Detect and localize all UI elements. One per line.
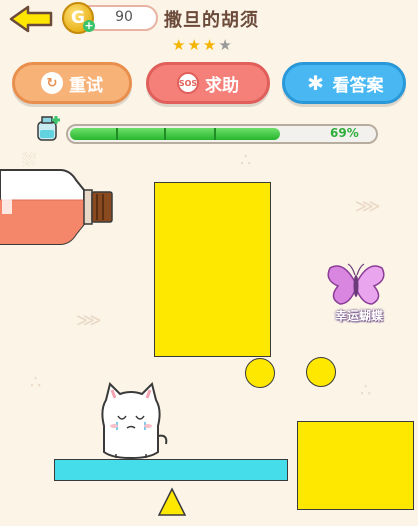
butterfly-icon[interactable] <box>324 258 388 310</box>
star-icon: ★ <box>187 36 201 54</box>
refresh-icon: ↻ <box>41 72 63 94</box>
progress-percent: 69% <box>330 126 359 140</box>
seesaw-platform[interactable] <box>54 459 288 481</box>
level-stars: ★ ★ ★ ★ <box>172 38 232 53</box>
bottle-icon[interactable] <box>0 166 116 250</box>
add-coins-icon[interactable]: + <box>83 20 95 32</box>
paw-decoration-icon: ∴ <box>360 380 372 401</box>
coin-value: 90 <box>115 9 133 25</box>
pivot-triangle-icon <box>157 487 187 516</box>
fish-bone-decoration-icon: ⋙ <box>76 310 102 331</box>
progress-tick <box>214 128 216 140</box>
progress-tick <box>164 128 166 140</box>
fish-bone-decoration-icon: ⋙ <box>355 196 381 217</box>
help-label: 求助 <box>205 75 239 96</box>
back-arrow-icon[interactable] <box>8 4 54 34</box>
retry-label: 重试 <box>69 75 103 96</box>
cat-character-icon <box>101 382 168 460</box>
paw-decoration-icon: ∴ <box>240 150 252 171</box>
answer-label: 看答案 <box>332 75 384 96</box>
help-button[interactable]: SOS 求助 <box>146 62 270 104</box>
star-icon: ★ <box>218 36 232 54</box>
progress-tick <box>116 128 118 140</box>
answer-button[interactable]: ✱ 看答案 <box>282 62 406 104</box>
yellow-block-small[interactable] <box>297 421 414 510</box>
lucky-butterfly-label: 幸运蝴蝶 <box>334 309 383 323</box>
progress-fill <box>70 128 280 140</box>
potion-bottle-icon <box>37 116 60 141</box>
sos-icon: SOS <box>177 72 199 94</box>
yellow-ball-right[interactable] <box>306 357 336 387</box>
paw-decoration-icon: ∴ <box>30 372 42 393</box>
yellow-ball-left[interactable] <box>245 358 275 388</box>
retry-button[interactable]: ↻ 重试 <box>12 62 132 104</box>
level-title: 撒旦的胡须 <box>164 10 259 31</box>
star-icon: ★ <box>172 36 186 54</box>
puzzle-icon: ✱ <box>307 71 324 95</box>
yellow-block-tall[interactable] <box>154 182 271 357</box>
star-icon: ★ <box>202 36 217 54</box>
